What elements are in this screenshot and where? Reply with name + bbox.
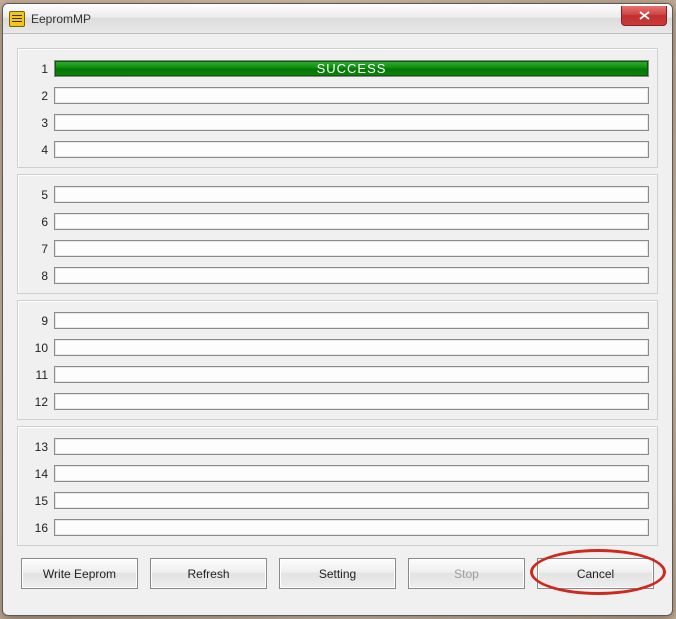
slot-progress-4 <box>54 141 649 158</box>
slot-group-3: 9 10 11 12 <box>17 300 658 420</box>
slot-index: 12 <box>26 395 54 409</box>
slot-row: 10 <box>26 334 649 361</box>
slot-index: 3 <box>26 116 54 130</box>
close-icon <box>639 11 650 20</box>
write-eeprom-button[interactable]: Write Eeprom <box>21 558 138 589</box>
slot-row: 1 SUCCESS <box>26 55 649 82</box>
slot-progress-13 <box>54 438 649 455</box>
slot-progress-1: SUCCESS <box>54 60 649 77</box>
slot-row: 14 <box>26 460 649 487</box>
slot-row: 5 <box>26 181 649 208</box>
slot-progress-15 <box>54 492 649 509</box>
slot-index: 1 <box>26 62 54 76</box>
slot-index: 16 <box>26 521 54 535</box>
slot-progress-6 <box>54 213 649 230</box>
slot-index: 10 <box>26 341 54 355</box>
app-window: EepromMP 1 SUCCESS 2 3 <box>2 3 673 616</box>
window-title: EepromMP <box>31 12 91 26</box>
slot-row: 7 <box>26 235 649 262</box>
slot-row: 4 <box>26 136 649 163</box>
slot-group-2: 5 6 7 8 <box>17 174 658 294</box>
slot-progress-12 <box>54 393 649 410</box>
stop-button: Stop <box>408 558 525 589</box>
slot-status-label: SUCCESS <box>55 61 648 76</box>
slot-progress-2 <box>54 87 649 104</box>
slot-index: 8 <box>26 269 54 283</box>
slot-progress-3 <box>54 114 649 131</box>
setting-button[interactable]: Setting <box>279 558 396 589</box>
slot-index: 14 <box>26 467 54 481</box>
slot-group-1: 1 SUCCESS 2 3 4 <box>17 48 658 168</box>
refresh-button[interactable]: Refresh <box>150 558 267 589</box>
slot-progress-10 <box>54 339 649 356</box>
slot-progress-16 <box>54 519 649 536</box>
slot-progress-8 <box>54 267 649 284</box>
titlebar[interactable]: EepromMP <box>3 4 672 34</box>
slot-index: 13 <box>26 440 54 454</box>
slot-index: 6 <box>26 215 54 229</box>
slot-row: 12 <box>26 388 649 415</box>
cancel-button[interactable]: Cancel <box>537 558 654 589</box>
slot-row: 11 <box>26 361 649 388</box>
slot-row: 2 <box>26 82 649 109</box>
slot-index: 7 <box>26 242 54 256</box>
slot-progress-9 <box>54 312 649 329</box>
slot-progress-11 <box>54 366 649 383</box>
slot-row: 13 <box>26 433 649 460</box>
button-row: Write Eeprom Refresh Setting Stop Cancel <box>17 552 658 589</box>
slot-row: 9 <box>26 307 649 334</box>
slot-index: 9 <box>26 314 54 328</box>
slot-row: 16 <box>26 514 649 541</box>
slot-row: 6 <box>26 208 649 235</box>
close-button[interactable] <box>621 6 667 26</box>
app-icon <box>9 11 25 27</box>
slot-group-4: 13 14 15 16 <box>17 426 658 546</box>
slot-index: 4 <box>26 143 54 157</box>
slot-progress-14 <box>54 465 649 482</box>
slot-progress-7 <box>54 240 649 257</box>
slot-index: 15 <box>26 494 54 508</box>
slot-progress-5 <box>54 186 649 203</box>
slot-row: 8 <box>26 262 649 289</box>
client-area: 1 SUCCESS 2 3 4 5 <box>3 34 672 603</box>
slot-row: 15 <box>26 487 649 514</box>
slot-row: 3 <box>26 109 649 136</box>
slot-index: 2 <box>26 89 54 103</box>
slot-index: 5 <box>26 188 54 202</box>
slot-index: 11 <box>26 368 54 382</box>
